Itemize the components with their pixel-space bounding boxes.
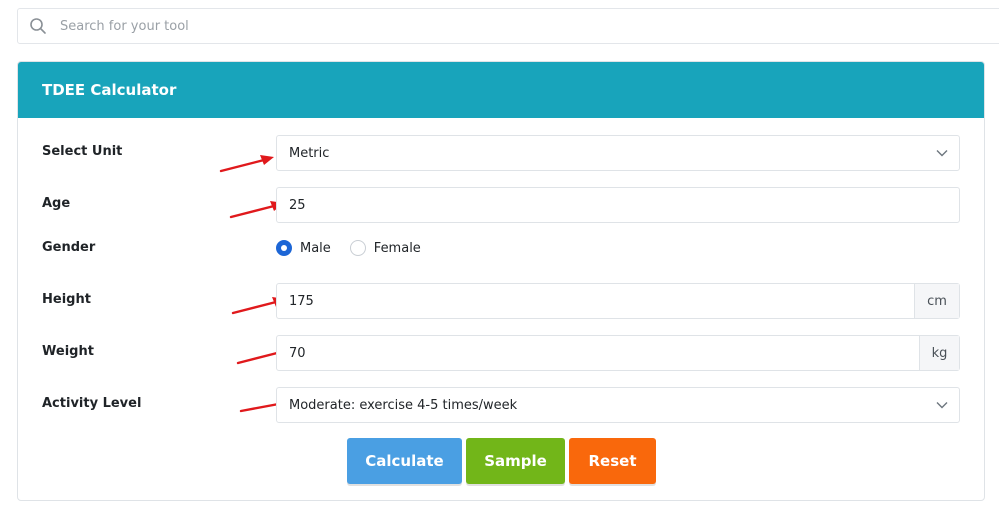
activity-select[interactable]: Moderate: exercise 4-5 times/week bbox=[276, 387, 960, 423]
gender-female-label[interactable]: Female bbox=[374, 241, 421, 256]
unit-label: Select Unit bbox=[42, 144, 123, 159]
activity-label: Activity Level bbox=[42, 396, 142, 411]
height-label: Height bbox=[42, 292, 91, 307]
height-unit-addon: cm bbox=[914, 284, 959, 318]
height-input[interactable]: 175 cm bbox=[276, 283, 960, 319]
search-bar[interactable] bbox=[17, 8, 999, 44]
gender-label: Gender bbox=[42, 240, 96, 255]
reset-button[interactable]: Reset bbox=[569, 438, 656, 484]
arrow-unit-icon bbox=[219, 155, 274, 173]
gender-female-radio[interactable] bbox=[349, 240, 366, 256]
weight-input[interactable]: 70 kg bbox=[276, 335, 960, 371]
age-input[interactable]: 25 bbox=[276, 187, 960, 223]
unit-select[interactable]: Metric bbox=[276, 135, 960, 171]
age-input-value: 25 bbox=[289, 197, 306, 213]
age-label: Age bbox=[42, 196, 71, 211]
gender-radio-group: Male Female bbox=[276, 240, 440, 256]
weight-unit-addon: kg bbox=[919, 336, 959, 370]
calculate-button[interactable]: Calculate bbox=[347, 438, 462, 484]
weight-label: Weight bbox=[42, 344, 94, 359]
action-buttons: Calculate Sample Reset bbox=[347, 438, 656, 484]
unit-select-value: Metric bbox=[289, 145, 330, 161]
tdee-calculator-card: TDEE Calculator Select Unit Metric Age 2… bbox=[17, 61, 985, 501]
card-title: TDEE Calculator bbox=[18, 62, 984, 118]
height-input-value: 175 bbox=[289, 293, 314, 309]
weight-input-value: 70 bbox=[289, 345, 306, 361]
search-icon bbox=[29, 17, 47, 35]
gender-male-radio[interactable] bbox=[276, 240, 292, 256]
gender-male-label[interactable]: Male bbox=[300, 241, 331, 256]
sample-button[interactable]: Sample bbox=[466, 438, 565, 484]
search-input[interactable] bbox=[58, 9, 999, 43]
chevron-down-icon bbox=[925, 401, 959, 409]
chevron-down-icon bbox=[925, 149, 959, 157]
activity-select-value: Moderate: exercise 4-5 times/week bbox=[289, 397, 518, 413]
